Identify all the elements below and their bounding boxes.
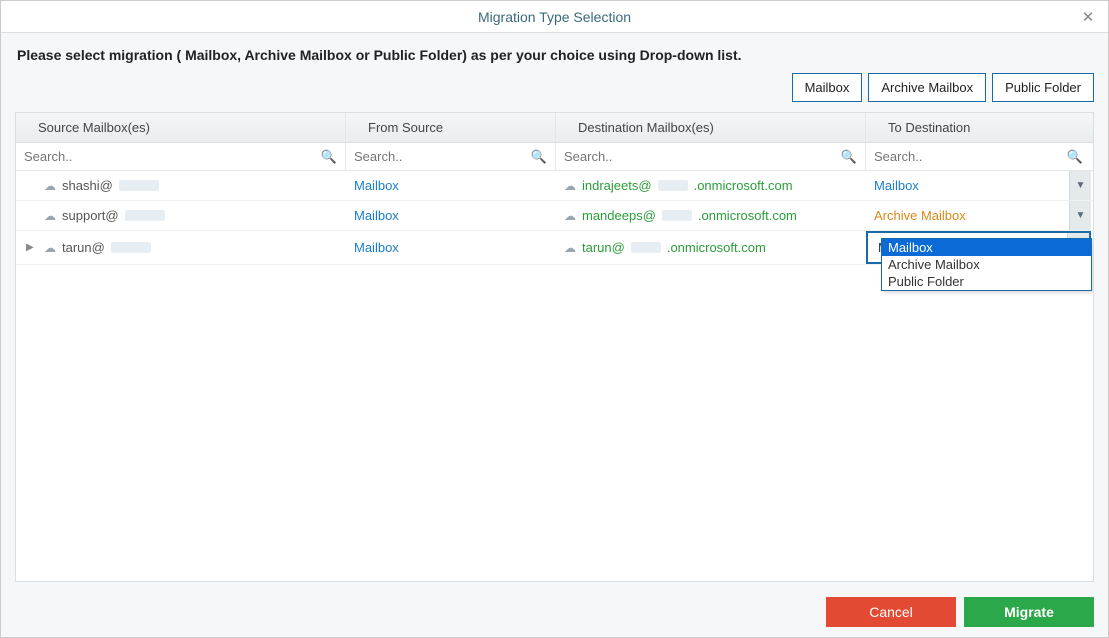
cloud-icon: ☁	[44, 241, 56, 255]
filter-archive-button[interactable]: Archive Mailbox	[868, 73, 986, 102]
destination-mailbox-cell[interactable]: ☁ tarun@ .onmicrosoft.com	[556, 231, 866, 264]
migration-dialog: Migration Type Selection ✕ Please select…	[0, 0, 1109, 638]
cloud-icon: ☁	[564, 209, 576, 223]
source-mailbox-cell[interactable]: ☁ support@	[16, 201, 346, 230]
from-source-value: Mailbox	[354, 240, 399, 255]
dropdown-option-archive[interactable]: Archive Mailbox	[882, 256, 1091, 273]
close-icon[interactable]: ✕	[1078, 7, 1098, 27]
filter-public-button[interactable]: Public Folder	[992, 73, 1094, 102]
filter-mailbox-button[interactable]: Mailbox	[792, 73, 863, 102]
search-to-input[interactable]	[866, 143, 1091, 170]
from-source-cell[interactable]: Mailbox	[346, 231, 556, 264]
dropdown-option-public[interactable]: Public Folder	[882, 273, 1091, 290]
dest-email-suffix: .onmicrosoft.com	[694, 178, 793, 193]
dest-email-suffix: .onmicrosoft.com	[698, 208, 797, 223]
col-destination[interactable]: Destination Mailbox(es)	[556, 113, 866, 142]
source-mailbox-cell[interactable]: ▶ ☁ tarun@	[16, 231, 346, 264]
cloud-icon: ☁	[44, 209, 56, 223]
cloud-icon: ☁	[564, 241, 576, 255]
source-email-prefix: shashi@	[62, 178, 113, 193]
search-source-input[interactable]	[16, 143, 345, 170]
filter-button-row: Mailbox Archive Mailbox Public Folder	[1, 73, 1108, 112]
to-destination-cell[interactable]: Mailbox ▼	[866, 171, 1091, 200]
redacted-text	[631, 242, 661, 253]
dest-email-prefix: mandeeps@	[582, 208, 656, 223]
from-source-value: Mailbox	[354, 178, 399, 193]
dialog-title: Migration Type Selection	[478, 9, 631, 25]
col-source[interactable]: Source Mailbox(es)	[16, 113, 346, 142]
dest-email-prefix: tarun@	[582, 240, 625, 255]
to-destination-dropdown[interactable]: Mailbox Archive Mailbox Public Folder	[881, 238, 1092, 291]
redacted-text	[119, 180, 159, 191]
chevron-down-icon[interactable]: ▼	[1069, 201, 1091, 230]
to-destination-value: Mailbox	[874, 178, 919, 193]
to-destination-cell[interactable]: Archive Mailbox ▼	[866, 201, 1091, 230]
search-dest-input[interactable]	[556, 143, 865, 170]
source-email-prefix: tarun@	[62, 240, 105, 255]
dest-email-prefix: indrajeets@	[582, 178, 652, 193]
instruction-text: Please select migration ( Mailbox, Archi…	[1, 33, 1108, 73]
source-email-prefix: support@	[62, 208, 119, 223]
cloud-icon: ☁	[564, 179, 576, 193]
dialog-footer: Cancel Migrate	[826, 597, 1094, 627]
from-source-cell[interactable]: Mailbox	[346, 201, 556, 230]
table-row[interactable]: ☁ shashi@ Mailbox ☁ indrajeets@ .onmicrosoft.…	[16, 171, 1093, 201]
cloud-icon: ☁	[44, 179, 56, 193]
to-destination-value: Archive Mailbox	[874, 208, 966, 223]
from-source-cell[interactable]: Mailbox	[346, 171, 556, 200]
redacted-text	[658, 180, 688, 191]
migrate-button[interactable]: Migrate	[964, 597, 1094, 627]
dropdown-option-mailbox[interactable]: Mailbox	[882, 239, 1091, 256]
expand-icon[interactable]: ▶	[26, 242, 34, 253]
table-row[interactable]: ☁ support@ Mailbox ☁ mandeeps@ .onmicrosoft.c…	[16, 201, 1093, 231]
redacted-text	[125, 210, 165, 221]
source-mailbox-cell[interactable]: ☁ shashi@	[16, 171, 346, 200]
cancel-button[interactable]: Cancel	[826, 597, 956, 627]
destination-mailbox-cell[interactable]: ☁ indrajeets@ .onmicrosoft.com	[556, 171, 866, 200]
from-source-value: Mailbox	[354, 208, 399, 223]
dest-email-suffix: .onmicrosoft.com	[667, 240, 766, 255]
migration-table: Source Mailbox(es) From Source Destinati…	[15, 112, 1094, 582]
search-row: 🔍 🔍 🔍 🔍	[16, 143, 1093, 171]
destination-mailbox-cell[interactable]: ☁ mandeeps@ .onmicrosoft.com	[556, 201, 866, 230]
col-to-destination[interactable]: To Destination	[866, 113, 1091, 142]
search-from-input[interactable]	[346, 143, 555, 170]
chevron-down-icon[interactable]: ▼	[1069, 171, 1091, 200]
table-header-row: Source Mailbox(es) From Source Destinati…	[16, 113, 1093, 143]
col-from-source[interactable]: From Source	[346, 113, 556, 142]
redacted-text	[111, 242, 151, 253]
titlebar: Migration Type Selection ✕	[1, 1, 1108, 33]
redacted-text	[662, 210, 692, 221]
